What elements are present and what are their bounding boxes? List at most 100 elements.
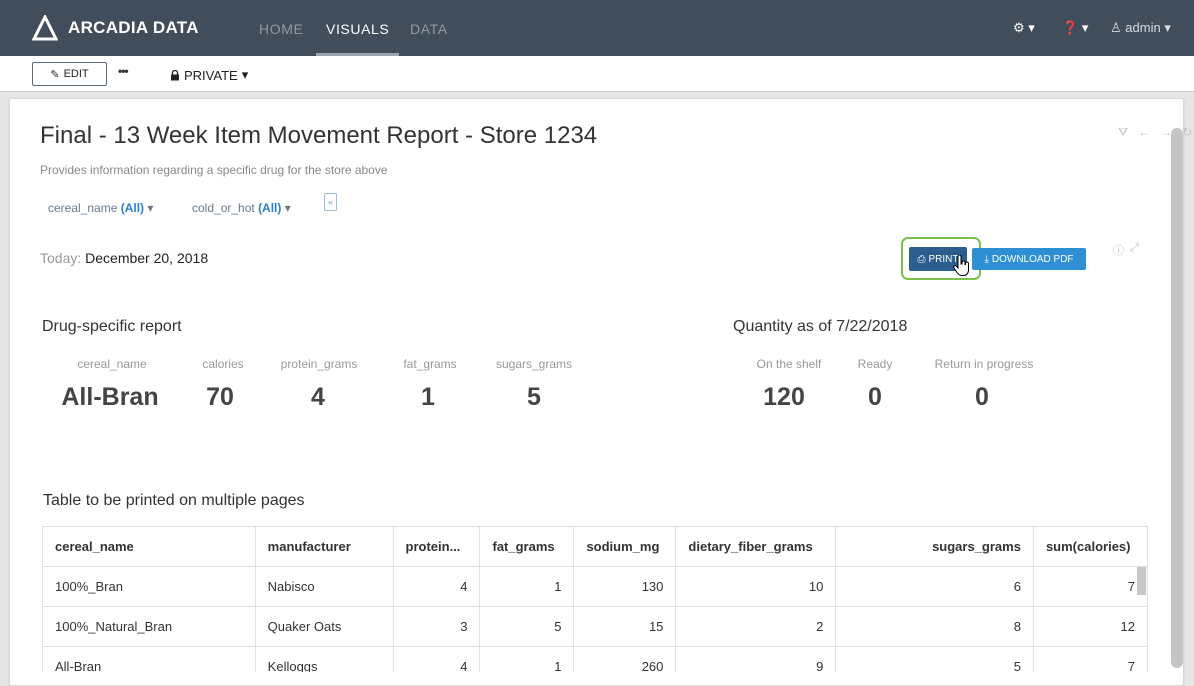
quantity-section-title: Quantity as of 7/22/2018	[733, 318, 908, 335]
table-scrollbar[interactable]	[1137, 567, 1146, 595]
redo-icon[interactable]: →	[1160, 125, 1172, 140]
brand-logo[interactable]: ARCADIA DATA	[32, 13, 199, 43]
widget-actions: ⓘ ⤢	[1113, 242, 1139, 258]
today-value: December 20, 2018	[85, 250, 209, 266]
nav-visuals[interactable]: VISUALS	[326, 21, 389, 37]
table-row: All-Bran Kelloggs 4 1 260 9 5 7	[42, 646, 1148, 672]
filter-name: cold_or_hot	[192, 201, 255, 215]
chevron-down-icon: ▾	[147, 201, 154, 215]
more-options-button[interactable]: •••	[118, 64, 129, 78]
kpi-label: fat_grams	[403, 357, 457, 371]
refresh-icon[interactable]: ↻	[1182, 125, 1192, 140]
data-table: cereal_name manufacturer protein... fat_…	[42, 526, 1148, 672]
table-cell: Kelloggs	[254, 646, 394, 672]
table-cell: 260	[573, 646, 677, 672]
table-cell: 100%_Natural_Bran	[42, 606, 256, 647]
table-header-row: cereal_name manufacturer protein... fat_…	[42, 526, 1148, 567]
table-title: Table to be printed on multiple pages	[43, 492, 305, 509]
table-row: 100%_Bran Nabisco 4 1 130 10 6 7	[42, 566, 1148, 607]
kpi-label: Return in progress	[934, 357, 1034, 371]
column-header[interactable]: dietary_fiber_grams	[675, 526, 837, 567]
table-cell: 15	[573, 606, 677, 647]
page-scrollbar[interactable]	[1171, 128, 1183, 668]
table-cell: Nabisco	[254, 566, 394, 607]
chevron-down-icon: ▾	[241, 67, 249, 82]
table-cell: All-Bran	[42, 646, 256, 672]
username: admin	[1125, 20, 1161, 35]
user-menu[interactable]: ♙ admin ▾	[1110, 20, 1171, 36]
column-header[interactable]: sum(calories)	[1032, 526, 1148, 567]
table-cell: 4	[392, 566, 481, 607]
table-cell: 5	[479, 606, 575, 647]
lock-icon	[171, 69, 179, 80]
help-icon: ❓	[1062, 20, 1079, 35]
filter-name: cereal_name	[48, 201, 118, 215]
privacy-label: PRIVATE	[184, 67, 238, 83]
table-cell: 4	[392, 646, 481, 672]
chevron-down-icon: ▾	[284, 201, 291, 215]
kpi-value: 0	[975, 383, 989, 411]
table-cell: 6	[835, 566, 1034, 607]
card-actions: ⛛ ← → ↻ •••	[1118, 125, 1194, 140]
chevron-down-icon: ▾	[1028, 20, 1035, 35]
chevron-down-icon: ▾	[1081, 20, 1089, 35]
kpi-value: 120	[763, 383, 805, 411]
filter-cereal-name[interactable]: cereal_name (All) ▾	[48, 201, 153, 215]
today-date: Today: December 20, 2018	[40, 250, 208, 266]
table-cell: 100%_Bran	[42, 566, 256, 607]
kpi-value: All-Bran	[61, 383, 159, 411]
top-navbar: ARCADIA DATA HOME VISUALS DATA ⚙ ▾ ❓ ▾ ♙…	[0, 0, 1194, 56]
table-cell: 10	[675, 566, 837, 607]
table-cell: 5	[835, 646, 1034, 672]
column-header[interactable]: manufacturer	[254, 526, 394, 567]
kpi-value: 4	[311, 383, 325, 411]
table-row: 100%_Natural_Bran Quaker Oats 3 5 15 2 8…	[42, 606, 1148, 647]
filter-icon[interactable]: ⛛	[1118, 125, 1128, 140]
help-menu[interactable]: ❓ ▾	[1062, 20, 1088, 36]
column-header[interactable]: fat_grams	[479, 526, 575, 567]
brand-name: ARCADIA DATA	[68, 18, 199, 37]
collapse-filters-button[interactable]: «	[324, 193, 337, 211]
printer-icon: ⎙	[917, 253, 926, 265]
kpi-label: protein_grams	[280, 357, 358, 371]
kpi-value: 0	[868, 383, 882, 411]
hand-cursor-icon	[953, 255, 969, 276]
table-cell: 130	[573, 566, 677, 607]
settings-menu[interactable]: ⚙ ▾	[1013, 20, 1035, 36]
today-label: Today:	[40, 250, 82, 266]
column-header[interactable]: sugars_grams	[835, 526, 1034, 567]
kpi-label: cereal_name	[77, 357, 147, 371]
column-header[interactable]: protein...	[392, 526, 481, 567]
expand-icon[interactable]: ⤢	[1130, 242, 1139, 258]
filter-cold-or-hot[interactable]: cold_or_hot (All) ▾	[192, 201, 291, 215]
table-cell: 12	[1032, 606, 1148, 647]
privacy-dropdown[interactable]: PRIVATE ▾	[170, 67, 248, 83]
download-icon: ⤓	[984, 253, 989, 265]
app-toolbar: ✎ EDIT ••• PRIVATE ▾	[0, 56, 1194, 92]
column-header[interactable]: cereal_name	[42, 526, 256, 567]
download-label: DOWNLOAD PDF	[991, 253, 1074, 265]
table-cell: 3	[392, 606, 481, 647]
kpi-label: Ready	[857, 357, 893, 371]
nav-data[interactable]: DATA	[410, 21, 448, 37]
kpi-label: sugars_grams	[495, 357, 573, 371]
table-cell: 2	[675, 606, 837, 647]
kpi-label: calories	[202, 357, 244, 371]
info-icon[interactable]: ⓘ	[1113, 242, 1124, 258]
gear-icon: ⚙	[1013, 20, 1025, 35]
column-header[interactable]: sodium_mg	[573, 526, 677, 567]
drug-section-title: Drug-specific report	[42, 318, 182, 335]
table-cell: Quaker Oats	[254, 606, 394, 647]
edit-button[interactable]: ✎ EDIT	[32, 62, 107, 86]
data-table-container: cereal_name manufacturer protein... fat_…	[42, 526, 1148, 672]
kpi-label: On the shelf	[756, 357, 822, 371]
filter-value: (All)	[258, 201, 282, 215]
table-cell: 1	[479, 646, 575, 672]
report-title: Final - 13 Week Item Movement Report - S…	[40, 122, 598, 149]
table-cell: 7	[1032, 566, 1148, 607]
kpi-value: 1	[421, 383, 435, 411]
chevron-down-icon: ▾	[1164, 20, 1171, 35]
download-pdf-button[interactable]: ⤓ DOWNLOAD PDF	[972, 248, 1086, 270]
undo-icon[interactable]: ←	[1138, 125, 1150, 140]
nav-home[interactable]: HOME	[259, 21, 303, 37]
